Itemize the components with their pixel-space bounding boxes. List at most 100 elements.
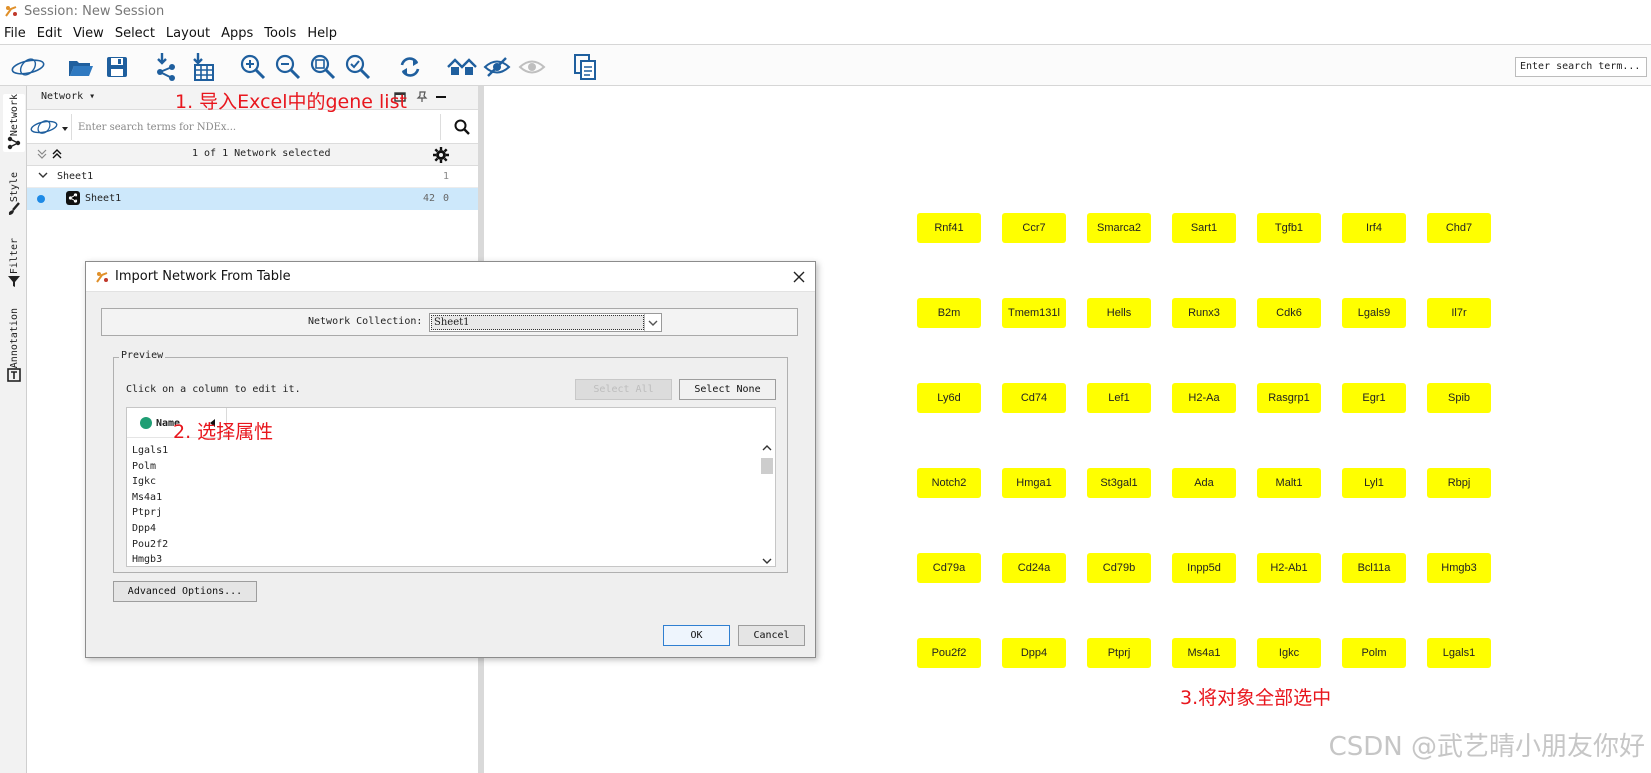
ndex-search-row: Enter search terms for NDEx... <box>27 110 478 144</box>
network-node[interactable]: Cd24a <box>1002 553 1066 583</box>
network-node[interactable]: Ada <box>1172 468 1236 498</box>
scroll-down-icon[interactable] <box>760 556 774 566</box>
menu-tools[interactable]: Tools <box>264 26 296 41</box>
tab-annotation[interactable]: Annotation <box>3 308 25 383</box>
collapse-all-icon[interactable] <box>37 148 47 163</box>
import-table-icon[interactable] <box>188 52 218 82</box>
menu-help[interactable]: Help <box>307 26 337 41</box>
network-node[interactable]: Il7r <box>1427 298 1491 328</box>
network-node[interactable]: Bcl11a <box>1342 553 1406 583</box>
expand-all-icon[interactable] <box>52 148 62 163</box>
tab-style[interactable]: Style <box>3 172 25 216</box>
refresh-icon[interactable] <box>395 52 425 82</box>
network-node[interactable]: B2m <box>917 298 981 328</box>
select-none-button[interactable]: Select None <box>679 379 776 400</box>
network-node[interactable]: Hmga1 <box>1002 468 1066 498</box>
network-node[interactable]: Polm <box>1342 638 1406 668</box>
network-node[interactable]: Hmgb3 <box>1427 553 1491 583</box>
save-icon[interactable] <box>102 52 132 82</box>
network-node[interactable]: Sart1 <box>1172 213 1236 243</box>
home-icon[interactable] <box>447 52 477 82</box>
import-network-icon[interactable] <box>152 52 182 82</box>
network-node[interactable]: Igkc <box>1257 638 1321 668</box>
network-node[interactable]: Ly6d <box>917 383 981 413</box>
network-node[interactable]: Notch2 <box>917 468 981 498</box>
network-node[interactable]: Cd79a <box>917 553 981 583</box>
network-node[interactable]: Spib <box>1427 383 1491 413</box>
menu-layout[interactable]: Layout <box>166 26 210 41</box>
network-node[interactable]: Inpp5d <box>1172 553 1236 583</box>
network-node[interactable]: Lgals9 <box>1342 298 1406 328</box>
ndex-search-input[interactable]: Enter search terms for NDEx... <box>71 114 441 140</box>
network-node[interactable]: Malt1 <box>1257 468 1321 498</box>
import-network-dialog: Import Network From Table Network Collec… <box>85 261 816 658</box>
menu-apps[interactable]: Apps <box>221 26 253 41</box>
collection-name: Sheet1 <box>57 171 94 182</box>
tab-network-label: Network <box>8 94 20 137</box>
tab-network[interactable]: Network <box>3 94 25 153</box>
chevron-down-icon[interactable] <box>644 314 661 331</box>
network-row[interactable]: Sheet1 42 0 <box>27 188 478 210</box>
select-all-button[interactable]: Select All <box>575 379 672 400</box>
network-node[interactable]: Ms4a1 <box>1172 638 1236 668</box>
advanced-options-button[interactable]: Advanced Options... <box>113 581 257 602</box>
tab-filter[interactable]: Filter <box>3 238 25 288</box>
collection-row[interactable]: Sheet1 1 <box>27 166 478 188</box>
tab-filter-label: Filter <box>8 238 20 275</box>
zoom-in-icon[interactable] <box>238 52 268 82</box>
table-row: Polm <box>132 460 157 472</box>
hide-icon[interactable] <box>482 52 512 82</box>
copy-icon[interactable] <box>570 52 600 82</box>
menu-view[interactable]: View <box>73 26 104 41</box>
zoom-fit-icon[interactable] <box>308 52 338 82</box>
close-icon[interactable] <box>789 267 809 287</box>
network-node[interactable]: St3gal1 <box>1087 468 1151 498</box>
search-input[interactable]: Enter search term... <box>1515 57 1647 77</box>
preview-hint: Click on a column to edit it. <box>126 384 301 395</box>
menu-edit[interactable]: Edit <box>37 26 62 41</box>
vertical-scrollbar[interactable] <box>760 443 774 566</box>
ok-button[interactable]: OK <box>663 625 730 646</box>
network-node[interactable]: Lyl1 <box>1342 468 1406 498</box>
open-folder-icon[interactable] <box>66 52 96 82</box>
network-node[interactable]: Tmem131l <box>1002 298 1066 328</box>
network-node[interactable]: Chd7 <box>1427 213 1491 243</box>
chevron-down-icon[interactable] <box>38 170 48 183</box>
network-node[interactable]: Cd74 <box>1002 383 1066 413</box>
menu-select[interactable]: Select <box>115 26 155 41</box>
network-node[interactable]: Ccr7 <box>1002 213 1066 243</box>
cancel-button[interactable]: Cancel <box>738 625 805 646</box>
ndex-logo-icon[interactable] <box>8 52 48 82</box>
network-node[interactable]: Irf4 <box>1342 213 1406 243</box>
network-node[interactable]: Cd79b <box>1087 553 1151 583</box>
show-icon[interactable] <box>517 52 547 82</box>
network-node[interactable]: Dpp4 <box>1002 638 1066 668</box>
network-collection-select[interactable]: Sheet1 <box>429 313 662 332</box>
network-node[interactable]: Ptprj <box>1087 638 1151 668</box>
network-node[interactable]: Hells <box>1087 298 1151 328</box>
network-dropdown[interactable]: Network ▾ <box>41 91 95 102</box>
network-node[interactable]: Egr1 <box>1342 383 1406 413</box>
network-node[interactable]: Rnf41 <box>917 213 981 243</box>
search-icon[interactable] <box>454 119 470 138</box>
network-node[interactable]: Tgfb1 <box>1257 213 1321 243</box>
menu-file[interactable]: File <box>4 26 26 41</box>
network-node[interactable]: Lgals1 <box>1427 638 1491 668</box>
scroll-thumb[interactable] <box>761 458 773 474</box>
network-node[interactable]: Lef1 <box>1087 383 1151 413</box>
network-node[interactable]: Runx3 <box>1172 298 1236 328</box>
network-node[interactable]: Rasgrp1 <box>1257 383 1321 413</box>
zoom-out-icon[interactable] <box>273 52 303 82</box>
network-node[interactable]: Smarca2 <box>1087 213 1151 243</box>
network-node[interactable]: H2-Ab1 <box>1257 553 1321 583</box>
network-node[interactable]: Pou2f2 <box>917 638 981 668</box>
ndex-logo-dropdown-icon[interactable] <box>29 118 69 139</box>
scroll-up-icon[interactable] <box>760 443 774 453</box>
zoom-selected-icon[interactable] <box>343 52 373 82</box>
gear-icon[interactable] <box>433 147 449 166</box>
network-node[interactable]: Cdk6 <box>1257 298 1321 328</box>
pin-icon[interactable] <box>416 91 428 106</box>
network-node[interactable]: Rbpj <box>1427 468 1491 498</box>
minimize-panel-icon[interactable] <box>436 96 446 98</box>
network-node[interactable]: H2-Aa <box>1172 383 1236 413</box>
